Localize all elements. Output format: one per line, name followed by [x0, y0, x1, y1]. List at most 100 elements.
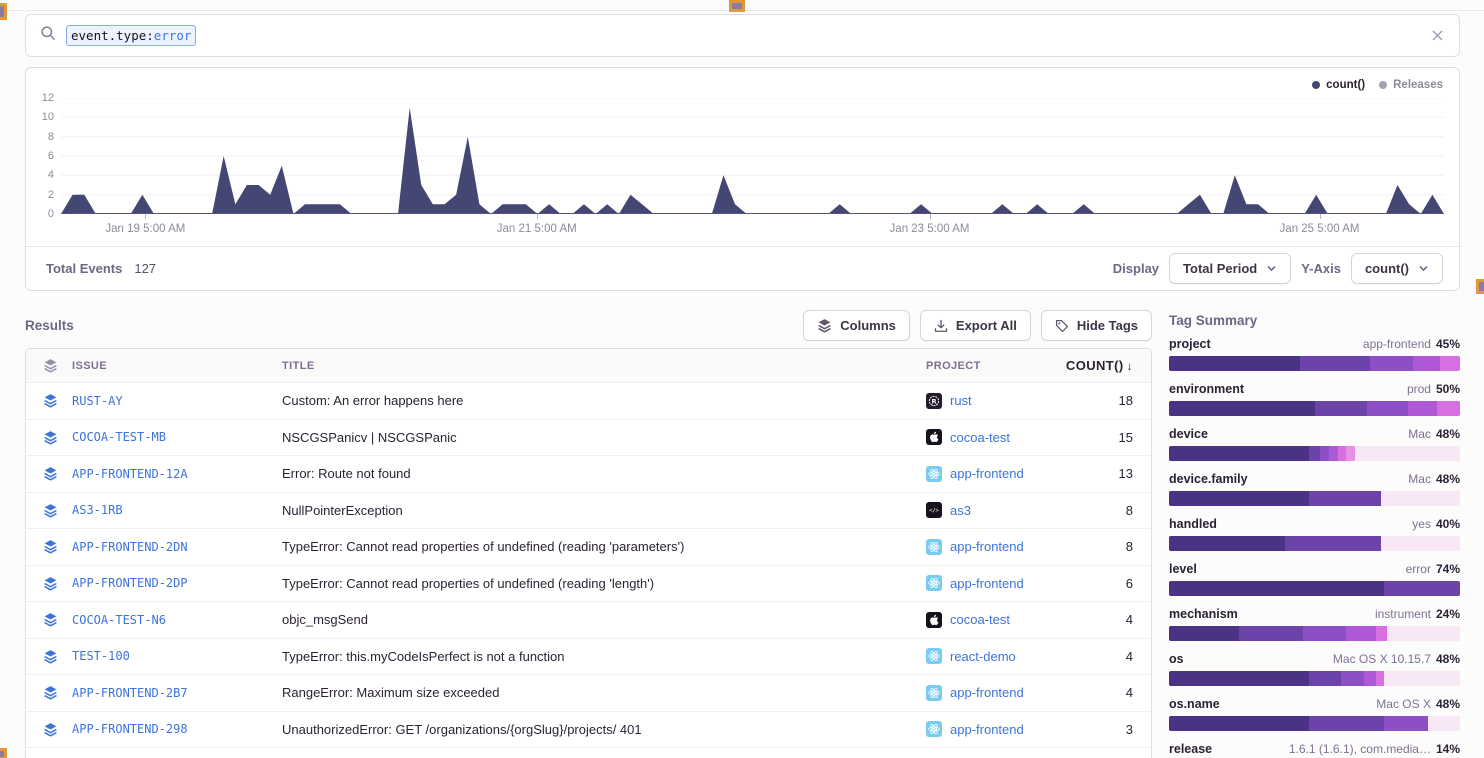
tag-bar-segment[interactable]: [1370, 356, 1414, 371]
table-row[interactable]: APP-FRONTEND-12AError: Route not foundap…: [26, 455, 1151, 492]
tag-bar-segment[interactable]: [1169, 446, 1309, 461]
table-row[interactable]: COCOA-TEST-MBNSCGSPanicv | NSCGSPaniccoc…: [26, 419, 1151, 456]
tag-bar-segment[interactable]: [1285, 536, 1381, 551]
issue-link[interactable]: COCOA-TEST-N6: [72, 613, 282, 627]
issue-link[interactable]: RUST-AY: [72, 394, 282, 408]
table-row[interactable]: APP-FRONTEND-2B7RangeError: Maximum size…: [26, 674, 1151, 711]
search-bar[interactable]: event.type:error: [25, 14, 1460, 57]
table-row[interactable]: [26, 747, 1151, 758]
y-axis-dropdown[interactable]: count(): [1351, 253, 1443, 284]
table-row[interactable]: TEST-100TypeError: this.myCodeIsPerfect …: [26, 638, 1151, 675]
issue-title: TypeError: Cannot read properties of und…: [282, 539, 926, 554]
issue-title: NullPointerException: [282, 503, 926, 518]
project-link[interactable]: cocoa-test: [926, 429, 1071, 445]
tag-bar-segment[interactable]: [1440, 356, 1460, 371]
tag-bar-segment[interactable]: [1384, 581, 1460, 596]
tag-bar-segment[interactable]: [1381, 536, 1460, 551]
table-row[interactable]: APP-FRONTEND-2DPTypeError: Cannot read p…: [26, 565, 1151, 602]
columns-button[interactable]: Columns: [803, 310, 910, 341]
y-tick-label: 10: [42, 111, 54, 123]
hide-tags-button[interactable]: Hide Tags: [1041, 310, 1152, 341]
tag-summary-item: release1.6.1 (1.6.1), com.media…14%: [1169, 742, 1460, 758]
issue-link[interactable]: APP-FRONTEND-298: [72, 722, 282, 736]
tag-bar-segment[interactable]: [1169, 356, 1300, 371]
tag-bar-segment[interactable]: [1309, 671, 1341, 686]
tag-bar-segment[interactable]: [1239, 626, 1303, 641]
export-all-button[interactable]: Export All: [920, 310, 1031, 341]
issue-link[interactable]: APP-FRONTEND-12A: [72, 467, 282, 481]
tag-bar-segment[interactable]: [1309, 446, 1321, 461]
tag-bar-segment[interactable]: [1346, 446, 1355, 461]
tag-bar-segment[interactable]: [1309, 716, 1385, 731]
tag-bar-segment[interactable]: [1341, 671, 1364, 686]
project-link[interactable]: app-frontend: [926, 721, 1071, 737]
project-link[interactable]: app-frontend: [926, 575, 1071, 591]
column-header-count[interactable]: COUNT() ↓: [1071, 358, 1151, 373]
table-row[interactable]: RUST-AYCustom: An error happens hereRrus…: [26, 382, 1151, 419]
table-row[interactable]: APP-FRONTEND-298UnauthorizedError: GET /…: [26, 711, 1151, 748]
tag-bar-segment[interactable]: [1329, 446, 1338, 461]
count-value: 13: [1071, 466, 1151, 481]
project-link[interactable]: react-demo: [926, 648, 1071, 664]
tag-bar-segment[interactable]: [1384, 716, 1428, 731]
project-link[interactable]: app-frontend: [926, 466, 1071, 482]
issue-link[interactable]: APP-FRONTEND-2DN: [72, 540, 282, 554]
issue-link[interactable]: TEST-100: [72, 649, 282, 663]
tag-bar-segment[interactable]: [1346, 626, 1375, 641]
area-chart[interactable]: 024681012: [61, 98, 1444, 214]
tag-bar-segment[interactable]: [1169, 401, 1315, 416]
tag-bar-segment[interactable]: [1381, 491, 1460, 506]
close-icon[interactable]: [1430, 28, 1445, 43]
tag-bar-segment[interactable]: [1338, 446, 1347, 461]
area-series: [61, 98, 1444, 214]
display-dropdown[interactable]: Total Period: [1169, 253, 1291, 284]
tag-bar-segment[interactable]: [1376, 671, 1385, 686]
tag-bar-segment[interactable]: [1169, 626, 1239, 641]
issue-link[interactable]: APP-FRONTEND-2DP: [72, 576, 282, 590]
column-header-project[interactable]: PROJECT: [926, 360, 1071, 372]
y-axis-labels: 024681012: [28, 98, 54, 214]
tag-name: project: [1169, 337, 1211, 351]
tag-percent: 48%: [1436, 427, 1460, 441]
table-row[interactable]: APP-FRONTEND-2DNTypeError: Cannot read p…: [26, 528, 1151, 565]
tag-bar-segment[interactable]: [1320, 446, 1329, 461]
tag-bar-segment[interactable]: [1387, 626, 1460, 641]
tag-bar-segment[interactable]: [1408, 401, 1437, 416]
search-query-token[interactable]: event.type:error: [66, 25, 196, 46]
table-row[interactable]: COCOA-TEST-N6objc_msgSendcocoa-test4: [26, 601, 1151, 638]
tag-bar-segment[interactable]: [1169, 536, 1285, 551]
tag-bar-segment[interactable]: [1428, 716, 1460, 731]
issue-title: UnauthorizedError: GET /organizations/{o…: [282, 722, 926, 737]
tag-bar-segment[interactable]: [1413, 356, 1439, 371]
issue-title: TypeError: this.myCodeIsPerfect is not a…: [282, 649, 926, 664]
column-header-title[interactable]: TITLE: [282, 360, 926, 372]
tag-bar-segment[interactable]: [1303, 626, 1347, 641]
project-link[interactable]: cocoa-test: [926, 612, 1071, 628]
project-link[interactable]: app-frontend: [926, 539, 1071, 555]
project-link[interactable]: app-frontend: [926, 685, 1071, 701]
issue-link[interactable]: COCOA-TEST-MB: [72, 430, 282, 444]
tag-bar-segment[interactable]: [1169, 716, 1309, 731]
tag-bar-segment[interactable]: [1384, 671, 1460, 686]
project-link[interactable]: Rrust: [926, 393, 1071, 409]
tag-bar-segment[interactable]: [1169, 491, 1309, 506]
table-row[interactable]: AS3-1RBNullPointerException</>as38: [26, 492, 1151, 529]
tag-bar-segment[interactable]: [1376, 626, 1388, 641]
column-header-issue[interactable]: ISSUE: [72, 360, 282, 372]
tag-bar-segment[interactable]: [1367, 401, 1408, 416]
legend-item-count[interactable]: count(): [1312, 79, 1365, 91]
tag-bar-segment[interactable]: [1364, 671, 1376, 686]
tag-bar-segment[interactable]: [1437, 401, 1460, 416]
project-link[interactable]: </>as3: [926, 502, 1071, 518]
legend-item-releases[interactable]: Releases: [1379, 79, 1443, 91]
tag-bar-segment[interactable]: [1300, 356, 1370, 371]
count-value: 4: [1071, 649, 1151, 664]
table-header-row: ISSUE TITLE PROJECT COUNT() ↓: [26, 349, 1151, 382]
issue-link[interactable]: APP-FRONTEND-2B7: [72, 686, 282, 700]
issue-link[interactable]: AS3-1RB: [72, 503, 282, 517]
tag-bar-segment[interactable]: [1315, 401, 1367, 416]
tag-bar-segment[interactable]: [1355, 446, 1460, 461]
tag-bar-segment[interactable]: [1169, 671, 1309, 686]
tag-bar-segment[interactable]: [1169, 581, 1384, 596]
tag-bar-segment[interactable]: [1309, 491, 1382, 506]
